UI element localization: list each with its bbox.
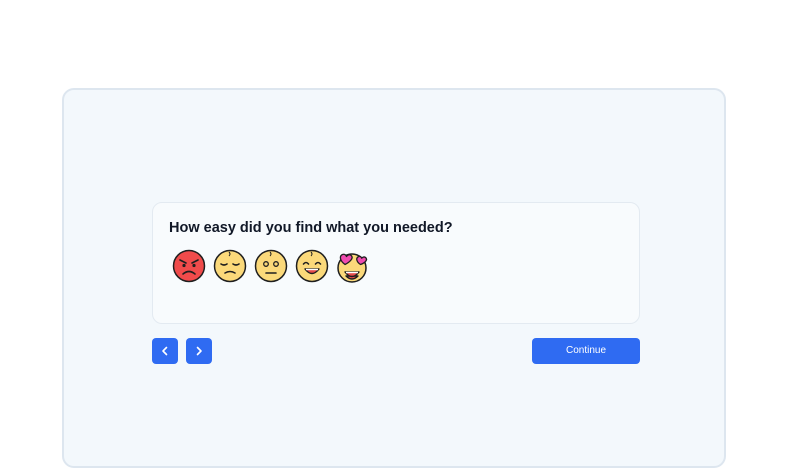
- happy-face-icon[interactable]: [295, 249, 329, 283]
- previous-button[interactable]: [152, 338, 178, 364]
- next-button[interactable]: [186, 338, 212, 364]
- chevron-left-icon: [160, 346, 170, 356]
- neutral-face-icon[interactable]: [254, 249, 288, 283]
- sad-face-icon[interactable]: [213, 249, 247, 283]
- chevron-right-icon: [194, 346, 204, 356]
- angry-face-icon[interactable]: [172, 249, 206, 283]
- continue-button[interactable]: Continue: [532, 338, 640, 364]
- emoji-rating: [172, 249, 370, 283]
- survey-card: How easy did you find what you needed?: [152, 202, 640, 324]
- heart-eyes-face-icon[interactable]: [336, 249, 370, 283]
- question-text: How easy did you find what you needed?: [169, 220, 453, 236]
